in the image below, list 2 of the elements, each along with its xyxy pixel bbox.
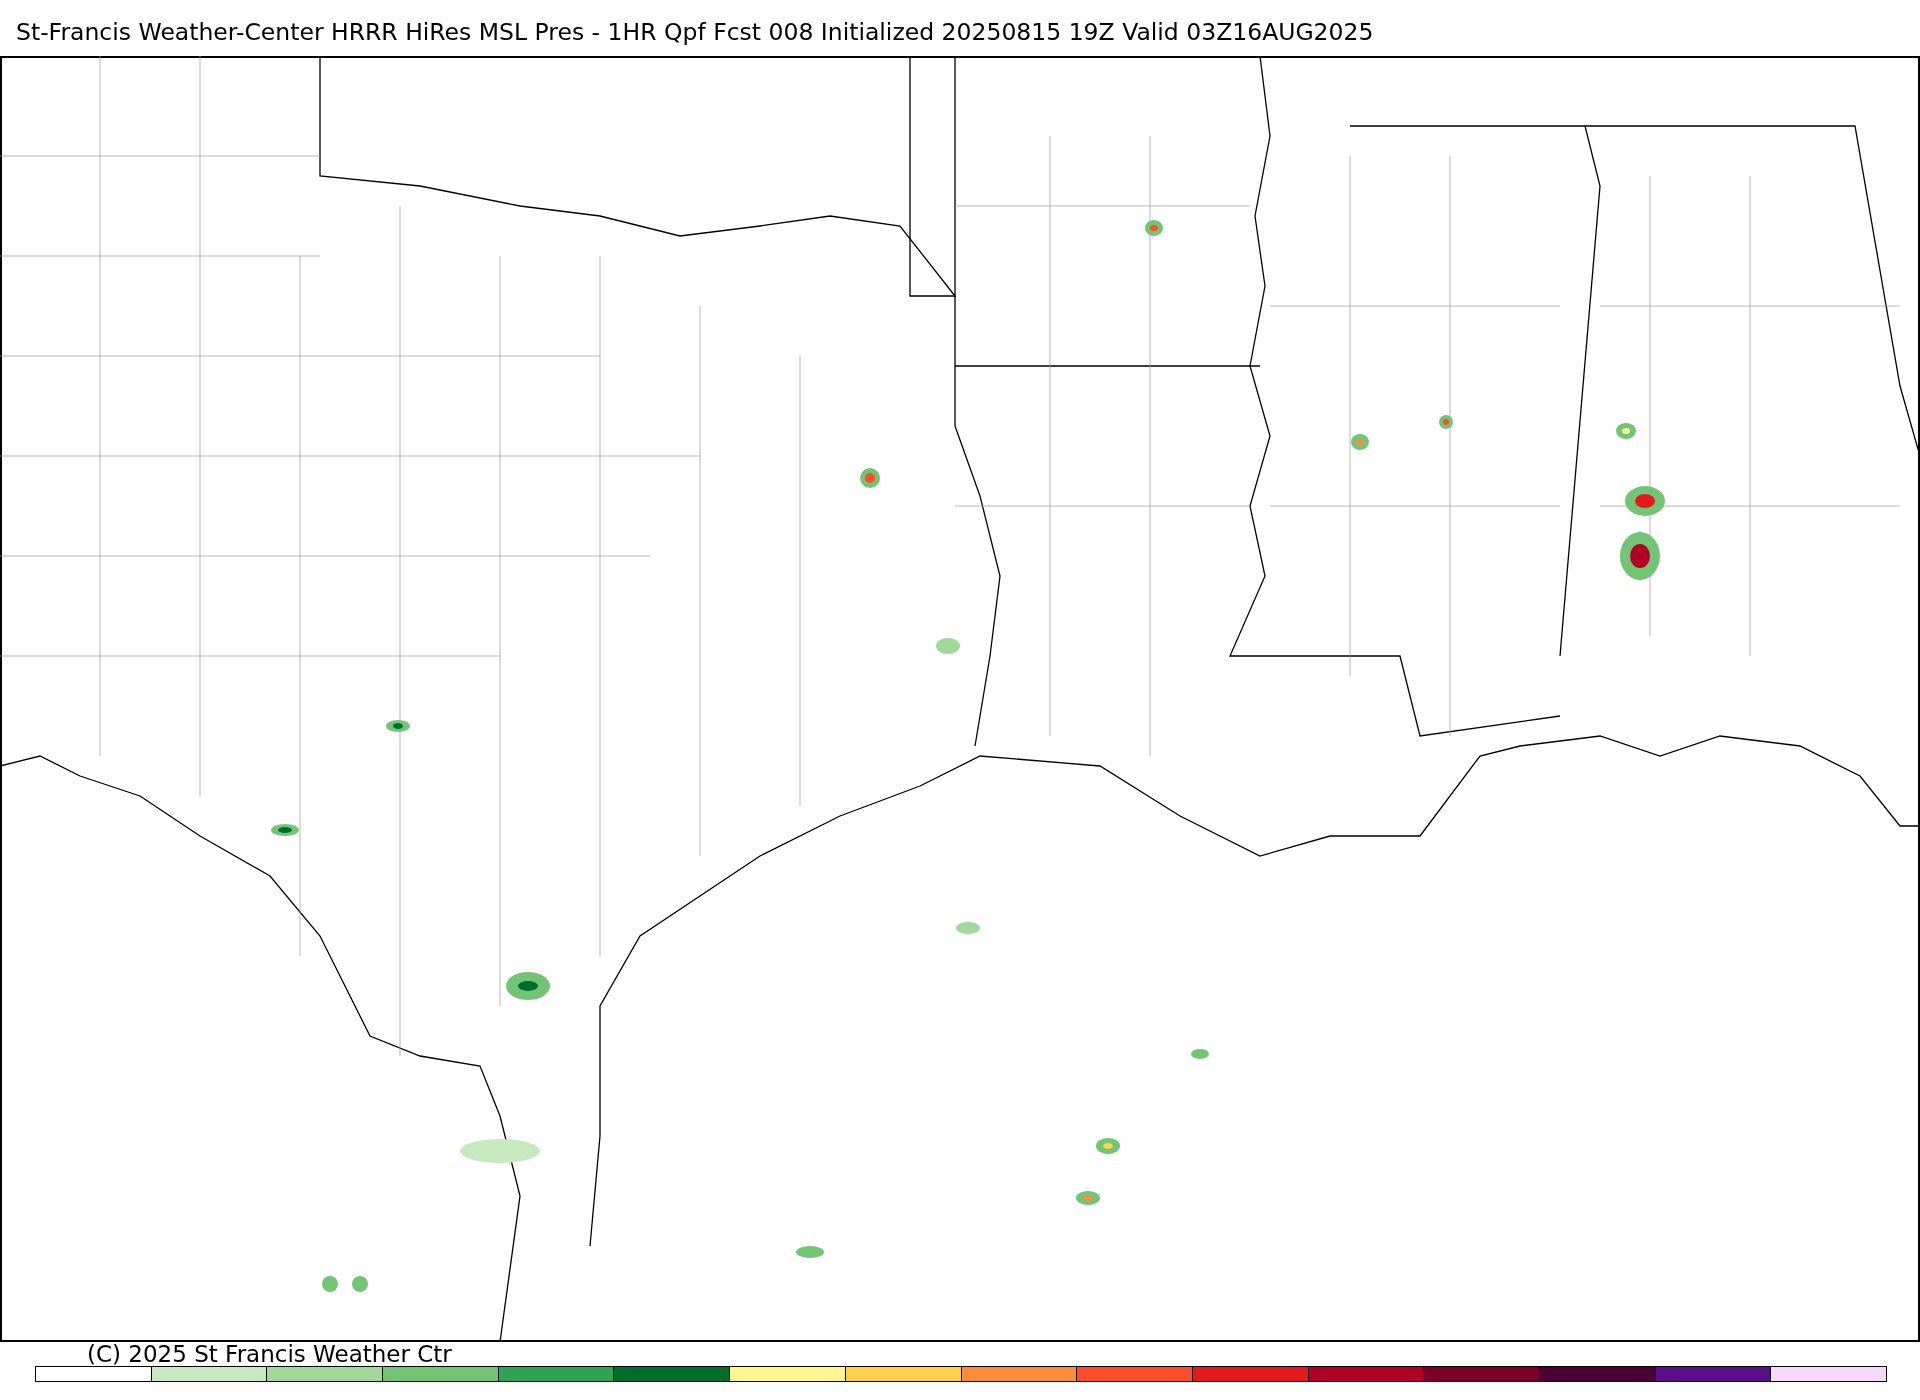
map-title: St-Francis Weather-Center HRRR HiRes MSL Pres - 1HR Qpf Fcst 008 Initialized 20250815 19Z Valid 03Z16AUG2025 xyxy=(16,18,1374,46)
copyright-text: (C) 2025 St Francis Weather Ctr xyxy=(87,1342,453,1366)
